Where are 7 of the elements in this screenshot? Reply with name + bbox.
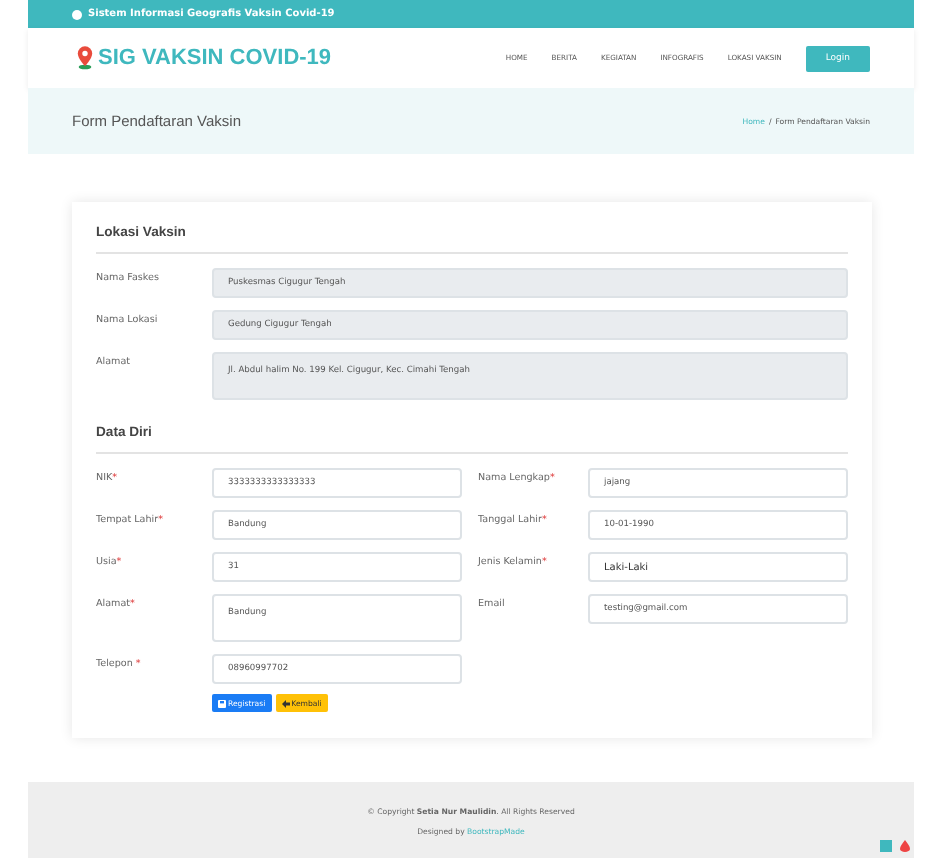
map-pin-icon — [76, 46, 94, 70]
brand-title: SIG VAKSIN COVID-19 — [98, 46, 332, 70]
arrow-left-icon — [281, 699, 290, 707]
save-icon — [218, 699, 226, 707]
back-to-top-button[interactable] — [880, 840, 892, 852]
flame-icon — [900, 840, 910, 852]
info-icon — [72, 9, 82, 19]
